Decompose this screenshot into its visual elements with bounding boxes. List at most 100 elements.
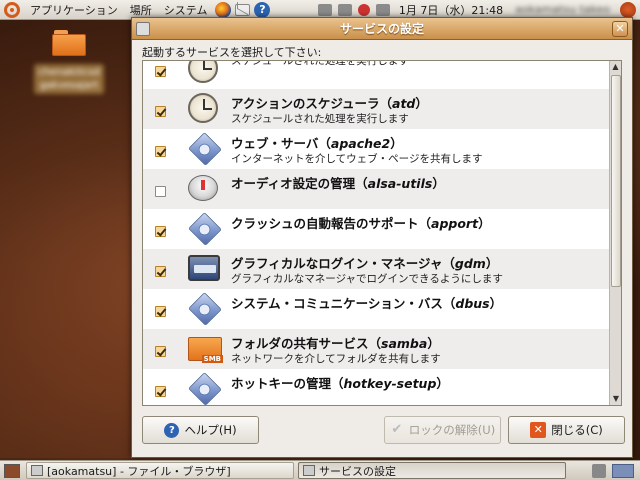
service-checkbox[interactable] <box>155 346 166 357</box>
mail-icon[interactable] <box>235 3 251 16</box>
trash-icon[interactable] <box>592 463 606 478</box>
service-row[interactable]: オーディオ設定の管理（alsa-utils） <box>143 169 611 209</box>
service-title: オーディオ設定の管理（alsa-utils） <box>231 176 445 191</box>
unlock-button-label: ロックの解除(U) <box>408 423 496 437</box>
clock-icon <box>188 93 218 123</box>
service-package: samba <box>381 336 428 351</box>
service-gear-icon <box>188 292 222 326</box>
service-checkbox[interactable] <box>155 306 166 317</box>
service-row[interactable]: ウェブ・サーバ（apache2） インターネットを介してウェブ・ページを共有します <box>143 129 611 169</box>
menu-system[interactable]: システム <box>158 2 214 18</box>
service-checkbox[interactable] <box>155 226 166 237</box>
bottom-panel: [aokamatsu] - ファイル・ブラウザ] サービスの設定 <box>0 460 640 480</box>
clock-icon <box>188 61 218 83</box>
service-name: グラフィカルなログイン・マネージャ（ <box>231 256 455 271</box>
instruction-label: 起動するサービスを選択して下さい: <box>142 46 322 59</box>
network-icon[interactable] <box>317 3 332 16</box>
service-description: インターネットを介してウェブ・ページを共有します <box>231 153 483 165</box>
dialog-titlebar[interactable]: サービスの設定 ✕ <box>132 18 632 40</box>
service-row[interactable]: SMB フォルダの共有サービス（samba） ネットワークを介してフォルダを共有しま… <box>143 329 611 369</box>
desktop-folder-icon[interactable] <box>52 30 86 56</box>
service-title: クラッシュの自動報告のサポート（apport） <box>231 216 491 231</box>
scroll-down-arrow[interactable]: ▼ <box>610 393 621 405</box>
menu-places[interactable]: 場所 <box>124 2 158 18</box>
service-description: グラフィカルなマネージャでログインできるようにします <box>231 273 503 285</box>
service-row[interactable]: アクションのスケジューラ（atd） スケジュールされた処理を実行します <box>143 89 611 129</box>
close-icon: ✕ <box>530 422 547 438</box>
samba-folder-icon: SMB <box>188 337 223 363</box>
service-title: ホットキーの管理（hotkey-setup） <box>231 376 449 391</box>
service-row[interactable]: スケジュールされた処理を実行します <box>143 60 611 89</box>
scroll-thumb[interactable] <box>611 75 621 287</box>
service-description: ネットワークを介してフォルダを共有します <box>231 353 441 365</box>
help-icon[interactable]: ? <box>254 1 271 18</box>
service-name: ホットキーの管理（ <box>231 376 344 391</box>
service-row[interactable]: グラフィカルなログイン・マネージャ（gdm） グラフィカルなマネージャでログインで… <box>143 249 611 289</box>
service-package: alsa-utils <box>367 176 433 191</box>
services-dialog: サービスの設定 ✕ 起動するサービスを選択して下さい: スケジュールされた処理を… <box>131 17 633 458</box>
task-services[interactable]: サービスの設定 <box>298 462 566 479</box>
service-name: オーディオ設定の管理（ <box>231 176 368 191</box>
help-button-label: ヘルプ(H) <box>184 423 237 437</box>
service-package: hotkey-setup <box>343 376 437 391</box>
desktop-folder-label[interactable]: chenakiiicsd gakvesajart <box>34 64 104 94</box>
service-title: システム・コミュニケーション・バス（dbus） <box>231 296 503 311</box>
mail-notify-icon[interactable] <box>357 3 370 16</box>
service-checkbox[interactable] <box>155 146 166 157</box>
firefox-icon[interactable] <box>215 1 232 18</box>
volume-icon[interactable] <box>375 3 390 16</box>
service-row[interactable]: ホットキーの管理（hotkey-setup） <box>143 369 611 405</box>
service-name: ウェブ・サーバ（ <box>231 136 331 151</box>
service-title: ウェブ・サーバ（apache2） <box>231 136 403 151</box>
clock[interactable]: 1月 7日（水）21:48 <box>393 2 509 18</box>
show-desktop-icon[interactable] <box>4 463 20 478</box>
login-screen-icon <box>188 255 220 281</box>
service-name: クラッシュの自動報告のサポート（ <box>231 216 432 231</box>
service-package: gdm <box>454 256 486 271</box>
scrollbar[interactable]: ▲ ▼ <box>609 61 621 405</box>
user-name[interactable]: aokamatsu takeo <box>509 3 616 16</box>
service-name: システム・コミュニケーション・バス（ <box>231 296 456 311</box>
help-button[interactable]: ? ヘルプ(H) <box>142 416 259 444</box>
service-gear-icon <box>188 372 222 405</box>
service-package: dbus <box>455 296 490 311</box>
service-description: スケジュールされた処理を実行します <box>231 113 409 125</box>
unlock-icon: ✔ <box>391 422 403 437</box>
close-button-label: 閉じる(C) <box>551 423 603 437</box>
service-title: アクションのスケジューラ（atd） <box>231 96 428 111</box>
service-checkbox[interactable] <box>155 186 166 197</box>
power-icon[interactable] <box>620 1 636 18</box>
window-close-button[interactable]: ✕ <box>612 21 628 37</box>
folder-icon <box>31 465 43 476</box>
service-package: apport <box>431 216 479 231</box>
close-button[interactable]: ✕ 閉じる(C) <box>508 416 625 444</box>
service-title: フォルダの共有サービス（samba） <box>231 336 440 351</box>
service-package: apache2 <box>330 136 391 151</box>
service-name: フォルダの共有サービス（ <box>231 336 382 351</box>
service-name: アクションのスケジューラ（ <box>231 96 393 111</box>
service-gear-icon <box>188 212 222 246</box>
service-checkbox[interactable] <box>155 106 166 117</box>
task-services-label: サービスの設定 <box>319 464 396 478</box>
task-file-browser-label: [aokamatsu] - ファイル・ブラウザ] <box>47 464 231 478</box>
unlock-button[interactable]: ✔ ロックの解除(U) <box>384 416 501 444</box>
service-checkbox[interactable] <box>155 386 166 397</box>
scroll-up-arrow[interactable]: ▲ <box>610 61 621 73</box>
service-description: スケジュールされた処理を実行します <box>231 60 409 67</box>
services-icon <box>303 465 315 476</box>
service-checkbox[interactable] <box>155 266 166 277</box>
workspace-switcher[interactable] <box>612 463 634 478</box>
service-package: atd <box>392 96 416 111</box>
menu-applications[interactable]: アプリケーション <box>24 2 124 18</box>
task-file-browser[interactable]: [aokamatsu] - ファイル・ブラウザ] <box>26 462 294 479</box>
printer-icon[interactable] <box>337 3 352 16</box>
service-gear-icon <box>188 132 222 166</box>
service-title: グラフィカルなログイン・マネージャ（gdm） <box>231 256 499 271</box>
service-row[interactable]: クラッシュの自動報告のサポート（apport） <box>143 209 611 249</box>
ubuntu-logo-icon[interactable] <box>4 1 20 18</box>
audio-icon <box>188 175 218 201</box>
services-list[interactable]: スケジュールされた処理を実行します アクションのスケジューラ（atd） スケジュール… <box>142 60 622 406</box>
samba-badge: SMB <box>201 355 223 363</box>
service-checkbox[interactable] <box>155 66 166 77</box>
service-row[interactable]: システム・コミュニケーション・バス（dbus） <box>143 289 611 329</box>
